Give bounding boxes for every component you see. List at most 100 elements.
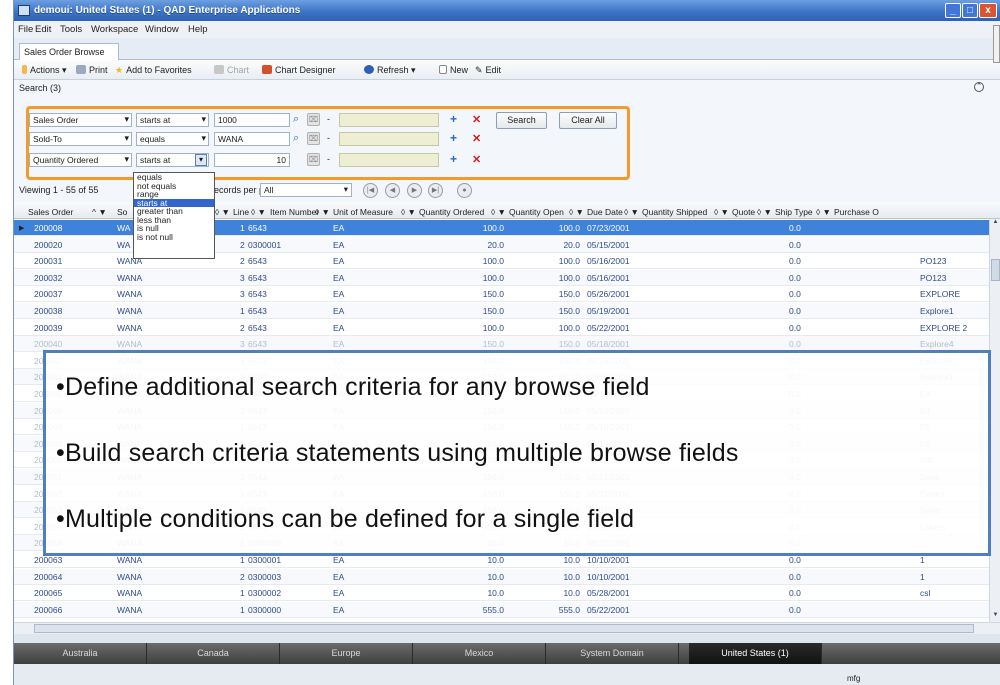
domain-tab-mexico[interactable]: Mexico [413,643,546,664]
table-row[interactable]: 200038 WANA 1 6543 EA 150.0 150.0 05/19/2001 0.0… [14,303,989,319]
search-field-3[interactable]: Quantity Ordered [29,153,132,167]
toolbar: Actions ▾ Print ★ Add to Favorites Chart … [14,60,1000,80]
table-row[interactable]: 200065 WANA 1 0300002 EA 10.0 10.0 05/28/2001 0.… [14,585,989,602]
chart-designer-button[interactable]: Chart Designer [262,65,336,75]
menu-help[interactable]: Help [188,24,208,35]
table-row[interactable]: 200039 WANA 2 6543 EA 100.0 100.0 05/22/2001 0.0… [14,320,989,336]
filter-icon[interactable]: ◊ ▼ [757,207,772,217]
maximize-button[interactable]: □ [962,3,978,18]
col-item-number[interactable]: Item Number [270,207,319,217]
col-quantity-open[interactable]: Quantity Open [509,207,564,217]
cell-line: 3 [240,339,245,350]
col-sold-to[interactable]: So [117,207,127,217]
col-quantity-shipped[interactable]: Quantity Shipped [642,207,707,217]
operator-dropdown-icon[interactable]: ▾ [195,154,207,166]
minimize-button[interactable]: _ [945,3,961,18]
col-line[interactable]: Line [233,207,249,217]
scroll-thumb[interactable] [991,259,1000,281]
search-value-2[interactable]: WANA [214,132,290,146]
col-due-date[interactable]: Due Date [587,207,623,217]
next-page-icon[interactable]: ▶ [407,183,422,198]
lookup-button-icon[interactable]: ⌧ [307,113,320,126]
remove-condition-icon[interactable]: ✕ [472,153,481,166]
search-value-1[interactable]: 1000 [214,113,290,127]
clear-all-button[interactable]: Clear All [559,112,617,129]
search-lookup-icon[interactable]: ⌕ [293,114,304,125]
lookup-button-icon[interactable]: ⌧ [307,132,320,145]
col-sales-order[interactable]: Sales Order [28,207,73,217]
filter-icon[interactable]: ◊ ▼ [251,207,266,217]
last-page-icon[interactable]: ▶| [428,183,443,198]
lookup-button-icon[interactable]: ⌧ [307,153,320,166]
filter-icon[interactable]: ◊ ▼ [569,207,584,217]
records-per-page-select[interactable]: All [260,183,352,197]
remove-condition-icon[interactable]: ✕ [472,113,481,126]
prev-page-icon[interactable]: ◀ [385,183,400,198]
col-quote[interactable]: Quote [732,207,755,217]
new-button[interactable]: New [439,65,468,75]
stop-icon[interactable]: ● [457,183,472,198]
menu-workspace[interactable]: Workspace [91,24,138,35]
operator-option[interactable]: is not null [134,232,214,242]
add-condition-icon[interactable]: + [450,152,457,166]
add-to-favorites-button[interactable]: ★ Add to Favorites [115,65,192,76]
remove-condition-icon[interactable]: ✕ [472,132,481,145]
domain-tab-australia[interactable]: Australia [14,643,147,664]
domain-tab-system-domain[interactable]: System Domain [546,643,679,664]
scroll-up-icon[interactable]: ▲ [991,219,1000,229]
tab-sales-order-browse[interactable]: Sales Order Browse × [19,43,119,67]
sort-filter-icon[interactable]: ^ ▼ [92,207,107,217]
table-row[interactable]: 200064 WANA 2 0300003 EA 10.0 10.0 10/10/2001 0.… [14,568,989,585]
col-ship-type[interactable]: Ship Type [775,207,813,217]
search-field-2[interactable]: Sold-To [29,132,132,146]
cell-sold-to: WANA [117,322,143,333]
filter-icon[interactable]: ◊ ▼ [714,207,729,217]
domain-tab-canada[interactable]: Canada [147,643,280,664]
table-row[interactable]: 200037 WANA 3 6543 EA 150.0 150.0 05/26/2001 0.0… [14,286,989,303]
col-quantity-ordered[interactable]: Quantity Ordered [419,207,484,217]
cell-qty-shipped: 0.0 [789,571,801,582]
cell-item-number: 0300002 [248,588,282,599]
menu-tools[interactable]: Tools [60,24,82,35]
table-row[interactable]: 200032 WANA 3 6543 EA 100.0 100.0 05/16/2001 0.0… [14,269,989,286]
actions-button[interactable]: Actions ▾ [22,65,67,76]
close-window-button[interactable]: x [979,3,997,18]
hscroll-thumb[interactable] [34,624,974,633]
filter-icon[interactable]: ◊ ▼ [624,207,639,217]
horizontal-scrollbar[interactable] [14,622,1000,634]
filter-icon[interactable]: ◊ ▼ [491,207,506,217]
add-condition-icon[interactable]: + [450,112,457,126]
col-unit-of-measure[interactable]: Unit of Measure [333,207,393,217]
search-field-1[interactable]: Sales Order [29,113,132,127]
cell-purchase-order: csl [920,588,931,599]
edit-button[interactable]: ✎ Edit [475,65,501,76]
menu-edit[interactable]: Edit [35,24,51,35]
filter-icon[interactable]: ◊ ▼ [401,207,416,217]
cell-qty-ordered: 150.0 [482,306,504,316]
cell-sold-to: WANA [117,588,143,599]
add-condition-icon[interactable]: + [450,131,457,145]
chart-button[interactable]: Chart [214,65,249,75]
domain-tab-europe[interactable]: Europe [280,643,413,664]
search-operator-2[interactable]: equals [136,132,209,146]
filter-icon[interactable]: ◊ ▼ [816,207,831,217]
side-panel-handle[interactable] [993,25,1000,63]
search-lookup-icon[interactable]: ⌕ [293,133,304,144]
refresh-button[interactable]: Refresh ▾ [364,65,416,76]
filter-icon[interactable]: ◊ ▼ [215,207,230,217]
scroll-down-icon[interactable]: ▼ [991,612,1000,622]
first-page-icon[interactable]: |◀ [363,183,378,198]
range-dash: - [327,114,330,124]
search-value-3[interactable]: 10 [214,153,290,167]
table-row[interactable]: 200066 WANA 1 0300000 EA 555.0 555.0 05/22/2001… [14,601,989,618]
search-operator-1[interactable]: starts at [136,113,209,127]
col-purchase-order[interactable]: Purchase O [834,207,879,217]
print-button[interactable]: Print [76,65,108,75]
domain-tab-united-states[interactable]: United States (1) [689,643,822,664]
collapse-search-icon[interactable]: ⌃ [974,82,984,92]
menu-window[interactable]: Window [145,24,179,35]
menu-file[interactable]: File [18,24,33,35]
filter-icon[interactable]: ◊ ▼ [315,207,330,217]
new-document-icon [439,65,447,74]
search-button[interactable]: Search [496,112,547,129]
